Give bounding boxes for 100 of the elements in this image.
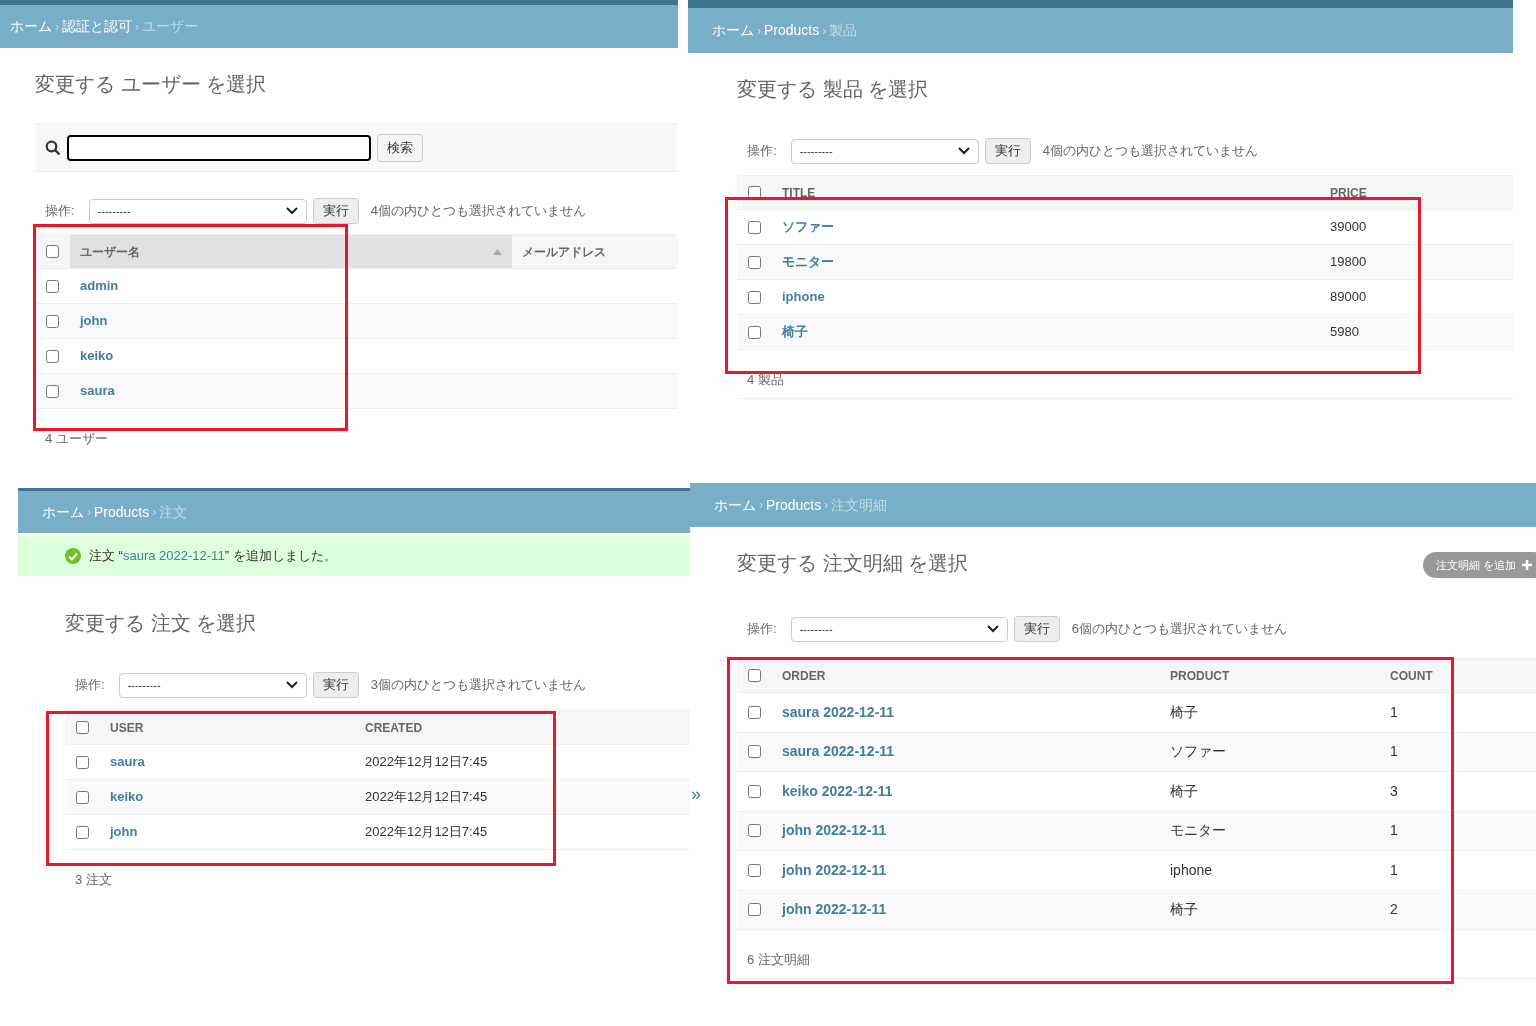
checkbox[interactable] xyxy=(748,784,761,798)
checkbox[interactable] xyxy=(46,245,59,258)
breadcrumb-link[interactable]: ホーム xyxy=(10,16,52,37)
action-select[interactable]: --------- xyxy=(88,198,307,224)
checkbox[interactable] xyxy=(748,186,761,199)
action-label: 操作: xyxy=(747,142,777,161)
search-field[interactable] xyxy=(67,134,371,161)
table-cell-text: 2 xyxy=(1389,900,1399,920)
breadcrumb-link[interactable]: Products xyxy=(766,494,822,516)
chevron-down-icon xyxy=(285,681,298,689)
row-link[interactable]: saura 2022-12-11 xyxy=(772,701,1160,723)
checkbox[interactable] xyxy=(748,903,761,917)
selection-counter: 3個の内ひとつも選択されていません xyxy=(370,676,586,695)
action-select[interactable]: --------- xyxy=(790,138,979,164)
object-link[interactable]: saura 2022-12-11 xyxy=(122,547,225,563)
column-header[interactable]: ユーザー名 xyxy=(70,235,512,268)
add-button[interactable]: 注文明細 を追加 xyxy=(1422,552,1536,578)
row-link[interactable]: john xyxy=(100,822,355,842)
table-cell-text: 1 xyxy=(1389,742,1399,762)
row-link[interactable]: keiko 2022-12-11 xyxy=(772,780,1160,802)
column-header[interactable]: USER xyxy=(100,711,355,744)
breadcrumb-separator: › xyxy=(759,497,763,514)
checkbox[interactable] xyxy=(748,669,761,682)
column-header[interactable]: PRICE xyxy=(1320,176,1513,209)
checkbox[interactable] xyxy=(748,824,761,838)
run-button[interactable]: 実行 xyxy=(312,198,359,224)
selection-counter: 4個の内ひとつも選択されていません xyxy=(1042,142,1258,161)
table-cell-text: 椅子 xyxy=(1169,781,1199,801)
breadcrumb-separator: › xyxy=(55,18,59,36)
row-link[interactable]: john 2022-12-11 xyxy=(772,820,1160,842)
page-title: 変更する ユーザー を選択 xyxy=(35,72,267,97)
checkbox[interactable] xyxy=(76,721,89,734)
action-select[interactable]: --------- xyxy=(118,672,307,698)
table-cell-text: 1 xyxy=(1389,860,1399,880)
row-link[interactable]: iphone xyxy=(772,287,1320,307)
selection-counter: 6個の内ひとつも選択されていません xyxy=(1071,620,1287,639)
checkbox[interactable] xyxy=(76,825,89,839)
column-header[interactable]: メールアドレス xyxy=(512,235,678,268)
row-link[interactable]: ソファー xyxy=(772,217,1320,237)
chevron-down-icon xyxy=(986,625,999,633)
run-button[interactable]: 実行 xyxy=(984,138,1031,164)
row-link[interactable]: admin xyxy=(70,276,512,296)
result-count: 6 注文明細 xyxy=(747,952,810,967)
table-cell-text: 5980 xyxy=(1329,323,1360,342)
checkbox[interactable] xyxy=(76,790,89,804)
sidebar-toggle[interactable]: » xyxy=(690,785,702,803)
action-select[interactable]: --------- xyxy=(790,616,1008,642)
table-cell-text: 2022年12月12日7:45 xyxy=(364,753,489,772)
success-icon xyxy=(65,547,81,564)
checkbox[interactable] xyxy=(46,349,59,363)
row-link[interactable]: john 2022-12-11 xyxy=(772,859,1160,881)
row-link[interactable]: john 2022-12-11 xyxy=(772,899,1160,921)
checkbox[interactable] xyxy=(748,290,761,304)
row-link[interactable]: saura 2022-12-11 xyxy=(772,741,1160,763)
checkbox[interactable] xyxy=(748,255,761,269)
checkbox[interactable] xyxy=(748,863,761,877)
breadcrumb-link[interactable]: ホーム xyxy=(42,501,84,523)
breadcrumb-separator: › xyxy=(757,22,761,40)
column-header[interactable]: TITLE xyxy=(772,176,1320,209)
checkbox[interactable] xyxy=(46,384,59,398)
row-link[interactable]: keiko xyxy=(100,787,355,807)
column-header[interactable]: COUNT xyxy=(1380,659,1536,692)
column-header[interactable]: PRODUCT xyxy=(1160,659,1380,692)
breadcrumb-separator: › xyxy=(152,504,157,521)
chevron-down-icon xyxy=(285,207,298,215)
row-link[interactable]: モニター xyxy=(772,252,1320,272)
checkbox[interactable] xyxy=(748,325,761,339)
breadcrumb-link[interactable]: Products xyxy=(94,501,150,523)
search-button[interactable]: 検索 xyxy=(377,133,423,162)
table-cell-text: 1 xyxy=(1389,702,1399,722)
page-title: 変更する 製品 を選択 xyxy=(737,77,929,102)
checkbox[interactable] xyxy=(46,279,59,293)
checkbox[interactable] xyxy=(46,314,59,328)
checkbox[interactable] xyxy=(76,755,89,769)
table-cell-text: ソファー xyxy=(1169,742,1227,762)
checkbox[interactable] xyxy=(748,745,761,759)
success-message: 注文 “saura 2022-12-11” を追加しました。 xyxy=(89,546,337,565)
breadcrumb-link[interactable]: 認証と認可 xyxy=(62,16,132,37)
checkbox[interactable] xyxy=(748,220,761,234)
selection-counter: 4個の内ひとつも選択されていません xyxy=(370,202,586,221)
breadcrumb-link[interactable]: ホーム xyxy=(712,20,754,41)
breadcrumb-current: 製品 xyxy=(829,21,858,40)
page-title: 変更する 注文 を選択 xyxy=(65,611,257,636)
table-cell-text: 3 xyxy=(1389,781,1399,801)
breadcrumb-link[interactable]: ホーム xyxy=(714,494,756,516)
breadcrumb-current: 注文 xyxy=(159,502,188,522)
row-link[interactable]: saura xyxy=(100,752,355,772)
run-button[interactable]: 実行 xyxy=(312,672,359,698)
column-header[interactable]: ORDER xyxy=(772,659,1160,692)
row-link[interactable]: 椅子 xyxy=(772,322,1320,342)
search-icon xyxy=(45,139,61,156)
row-link[interactable]: keiko xyxy=(70,346,512,366)
checkbox[interactable] xyxy=(748,705,761,719)
run-button[interactable]: 実行 xyxy=(1013,616,1060,642)
breadcrumb-link[interactable]: Products xyxy=(764,20,820,41)
column-header[interactable]: CREATED xyxy=(355,711,690,744)
result-count: 3 注文 xyxy=(75,872,112,887)
table-cell-text: 89000 xyxy=(1329,288,1368,307)
breadcrumb-separator: › xyxy=(87,504,91,521)
table-cell-text: 椅子 xyxy=(1169,900,1199,920)
